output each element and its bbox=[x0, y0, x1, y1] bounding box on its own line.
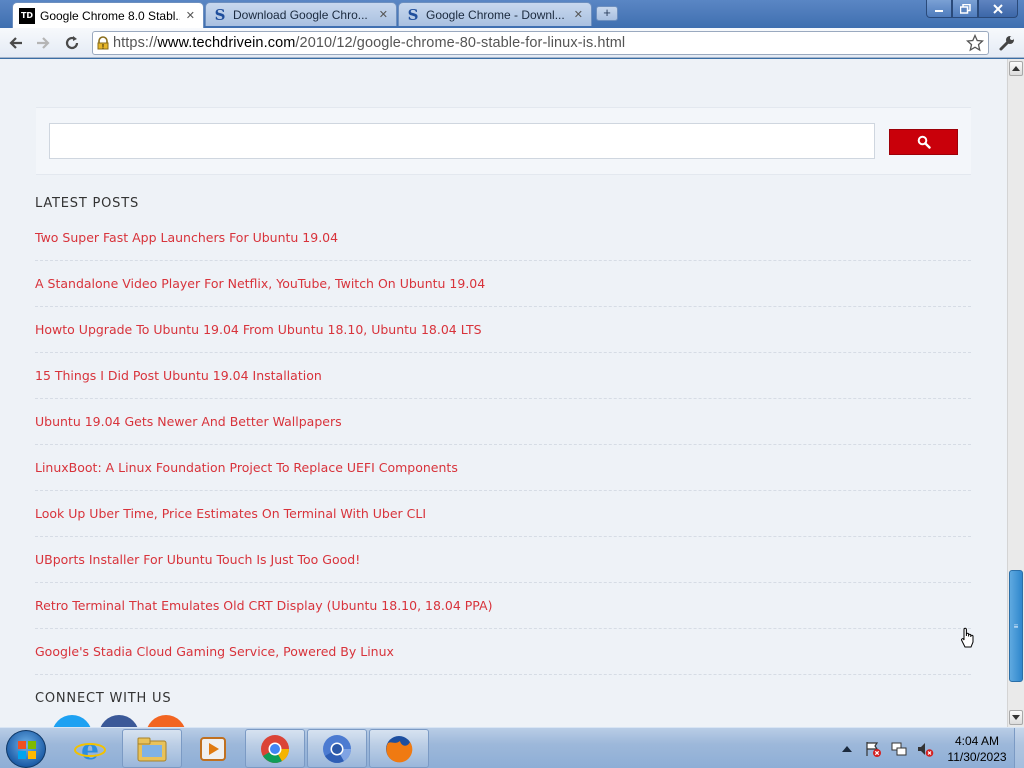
vertical-scrollbar[interactable]: ≡ bbox=[1007, 59, 1024, 727]
volume-muted-icon[interactable] bbox=[916, 740, 934, 758]
clock[interactable]: 4:04 AM 11/30/2023 bbox=[942, 733, 1012, 765]
folder-icon bbox=[137, 737, 167, 761]
wrench-menu-button[interactable] bbox=[996, 32, 1018, 54]
firefox-icon bbox=[386, 735, 413, 762]
post-link[interactable]: 15 Things I Did Post Ubuntu 19.04 Instal… bbox=[35, 368, 322, 383]
chromium-icon bbox=[323, 734, 351, 763]
wrench-icon bbox=[999, 36, 1014, 51]
scroll-up-button[interactable] bbox=[1009, 61, 1023, 76]
list-item: Two Super Fast App Launchers For Ubuntu … bbox=[35, 215, 971, 261]
start-button[interactable] bbox=[6, 730, 46, 768]
list-item: Retro Terminal That Emulates Old CRT Dis… bbox=[35, 583, 971, 629]
rss-icon[interactable] bbox=[146, 715, 186, 727]
list-item: Ubuntu 19.04 Gets Newer And Better Wallp… bbox=[35, 399, 971, 445]
network-icon[interactable] bbox=[890, 740, 908, 758]
post-link[interactable]: Retro Terminal That Emulates Old CRT Dis… bbox=[35, 598, 492, 613]
scrollbar-thumb[interactable]: ≡ bbox=[1009, 570, 1023, 682]
list-item: Look Up Uber Time, Price Estimates On Te… bbox=[35, 491, 971, 537]
td-favicon-icon: TD bbox=[19, 7, 35, 24]
post-link[interactable]: LinuxBoot: A Linux Foundation Project To… bbox=[35, 460, 458, 475]
list-item: Google's Stadia Cloud Gaming Service, Po… bbox=[35, 629, 971, 675]
tab-2[interactable]: S Download Google Chro... ✕ bbox=[205, 2, 397, 26]
post-link[interactable]: A Standalone Video Player For Netflix, Y… bbox=[35, 276, 485, 291]
tab-close-icon[interactable]: ✕ bbox=[186, 9, 195, 22]
list-item: LinuxBoot: A Linux Foundation Project To… bbox=[35, 445, 971, 491]
latest-posts-heading: LATEST POSTS bbox=[35, 196, 140, 211]
facebook-icon[interactable] bbox=[99, 715, 139, 727]
svg-text:e: e bbox=[81, 733, 99, 765]
s-favicon-icon: S bbox=[214, 5, 226, 24]
chrome-icon bbox=[261, 734, 289, 763]
forward-arrow-icon bbox=[37, 37, 50, 49]
close-window-button[interactable] bbox=[978, 0, 1018, 18]
url-text: https://www.techdrivein.com/2010/12/goog… bbox=[113, 35, 626, 51]
system-tray: 4:04 AM 11/30/2023 bbox=[838, 728, 1012, 768]
windows-taskbar: e 4:04 AM 11/30/2023 bbox=[0, 727, 1024, 768]
clock-date: 11/30/2023 bbox=[947, 749, 1007, 764]
minimize-button[interactable] bbox=[926, 0, 952, 18]
new-tab-button[interactable]: + bbox=[596, 6, 618, 21]
down-arrow-icon bbox=[1012, 715, 1020, 720]
post-link[interactable]: UBports Installer For Ubuntu Touch Is Ju… bbox=[35, 552, 360, 567]
tab-close-icon[interactable]: ✕ bbox=[379, 8, 388, 21]
minimize-icon bbox=[935, 9, 943, 12]
list-item: 15 Things I Did Post Ubuntu 19.04 Instal… bbox=[35, 353, 971, 399]
media-player-icon bbox=[200, 736, 226, 761]
show-desktop-button[interactable] bbox=[1014, 728, 1024, 768]
browser-toolbar: ! https://www.techdrivein.com/2010/12/go… bbox=[0, 28, 1024, 58]
back-button[interactable] bbox=[5, 32, 27, 54]
s-favicon-icon: S bbox=[407, 5, 419, 24]
post-link[interactable]: Look Up Uber Time, Price Estimates On Te… bbox=[35, 506, 426, 521]
connect-heading: CONNECT WITH US bbox=[35, 691, 172, 706]
restore-button[interactable] bbox=[952, 0, 978, 18]
back-arrow-icon bbox=[9, 37, 22, 49]
tab-close-icon[interactable]: ✕ bbox=[574, 8, 583, 21]
google-chrome-taskbar-button[interactable] bbox=[245, 729, 305, 768]
media-player-taskbar-button[interactable] bbox=[183, 729, 243, 768]
page-viewport: LATEST POSTS Two Super Fast App Launcher… bbox=[0, 59, 1007, 727]
internet-explorer-icon: e bbox=[74, 733, 106, 765]
reload-button[interactable] bbox=[61, 32, 83, 54]
latest-posts-list: Two Super Fast App Launchers For Ubuntu … bbox=[35, 215, 971, 675]
firefox-taskbar-button[interactable] bbox=[369, 729, 429, 768]
post-link[interactable]: Howto Upgrade To Ubuntu 19.04 From Ubunt… bbox=[35, 322, 482, 337]
list-item: UBports Installer For Ubuntu Touch Is Ju… bbox=[35, 537, 971, 583]
action-center-flag-icon[interactable] bbox=[864, 740, 882, 758]
tab-1[interactable]: TD Google Chrome 8.0 Stabl... ✕ bbox=[12, 2, 204, 28]
forward-button[interactable] bbox=[32, 32, 54, 54]
search-widget bbox=[36, 107, 971, 175]
title-bar: TD Google Chrome 8.0 Stabl... ✕ S Downlo… bbox=[0, 0, 1024, 28]
search-input[interactable] bbox=[49, 123, 875, 159]
svg-text:!: ! bbox=[102, 44, 104, 50]
search-button[interactable] bbox=[889, 129, 958, 155]
search-icon bbox=[917, 135, 931, 149]
restore-icon bbox=[959, 3, 971, 14]
mouse-cursor-icon bbox=[961, 627, 974, 648]
twitter-icon[interactable] bbox=[52, 715, 92, 727]
tab-3-label: Google Chrome - Downl... bbox=[426, 7, 565, 22]
tab-3[interactable]: S Google Chrome - Downl... ✕ bbox=[398, 2, 592, 26]
tab-2-label: Download Google Chro... bbox=[233, 7, 368, 22]
windows-explorer-taskbar-button[interactable] bbox=[122, 729, 182, 768]
clock-time: 4:04 AM bbox=[954, 733, 1000, 748]
tab-1-label: Google Chrome 8.0 Stabl... bbox=[40, 8, 180, 23]
post-link[interactable]: Ubuntu 19.04 Gets Newer And Better Wallp… bbox=[35, 414, 342, 429]
post-link[interactable]: Google's Stadia Cloud Gaming Service, Po… bbox=[35, 644, 394, 659]
post-link[interactable]: Two Super Fast App Launchers For Ubuntu … bbox=[35, 230, 338, 245]
security-warning-icon[interactable]: ! bbox=[93, 36, 113, 50]
chromium-taskbar-button[interactable] bbox=[307, 729, 367, 768]
close-icon bbox=[993, 3, 1003, 14]
up-arrow-icon bbox=[1012, 66, 1020, 71]
bookmark-star-icon[interactable] bbox=[965, 33, 985, 57]
list-item: A Standalone Video Player For Netflix, Y… bbox=[35, 261, 971, 307]
address-bar[interactable]: ! https://www.techdrivein.com/2010/12/go… bbox=[92, 31, 989, 55]
windows-logo-icon bbox=[18, 741, 36, 759]
internet-explorer-taskbar-button[interactable]: e bbox=[60, 729, 120, 768]
list-item: Howto Upgrade To Ubuntu 19.04 From Ubunt… bbox=[35, 307, 971, 353]
scroll-down-button[interactable] bbox=[1009, 710, 1023, 725]
reload-icon bbox=[65, 36, 79, 50]
show-hidden-icons-icon[interactable] bbox=[838, 740, 856, 758]
